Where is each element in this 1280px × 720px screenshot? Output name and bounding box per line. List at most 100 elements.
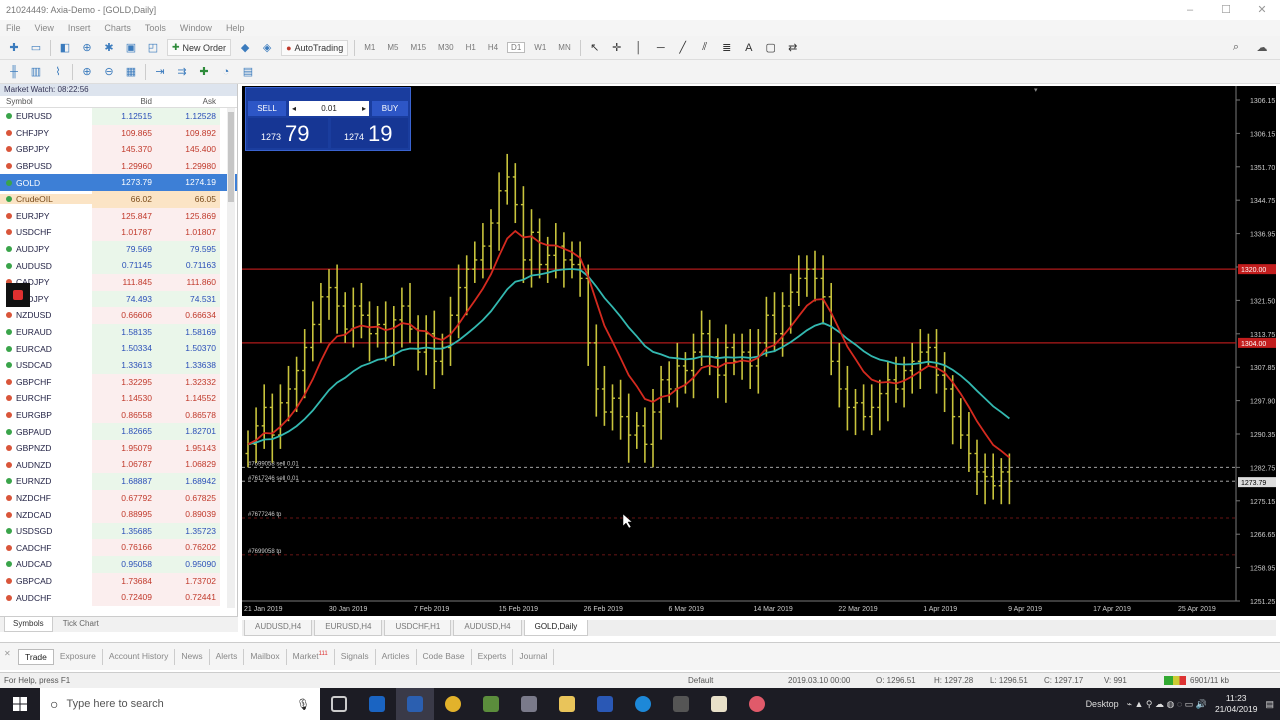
tab-tick-chart[interactable]: Tick Chart bbox=[55, 617, 107, 632]
minimize-icon[interactable]: – bbox=[1172, 0, 1208, 20]
text-icon[interactable]: A bbox=[741, 40, 757, 56]
app-icon-4[interactable] bbox=[738, 688, 776, 720]
column-symbol[interactable]: Symbol bbox=[0, 96, 92, 107]
taskbar-search-field[interactable]: ○ Type here to search 🎙 bbox=[40, 688, 320, 720]
market-watch-row[interactable]: GBPCAD 1.73684 1.73702 bbox=[0, 572, 237, 590]
timeframe-m1[interactable]: M1 bbox=[361, 43, 378, 52]
search-icon[interactable]: ⌕ bbox=[1228, 40, 1244, 56]
market-watch-row[interactable]: AUDUSD 0.71145 0.71163 bbox=[0, 257, 237, 274]
chart-tab-usdchf-h1[interactable]: USDCHF,H1 bbox=[384, 620, 452, 636]
zoom-out-icon[interactable]: ⊖ bbox=[101, 64, 117, 80]
market-watch-row[interactable]: NZDCAD 0.88995 0.89039 bbox=[0, 506, 237, 523]
market-watch-row[interactable]: EURUSD 1.12515 1.12528 bbox=[0, 108, 237, 125]
market-watch-row[interactable]: EURCHF 1.14530 1.14552 bbox=[0, 390, 237, 407]
tab-experts[interactable]: Experts bbox=[472, 649, 514, 665]
timeframe-h4[interactable]: H4 bbox=[485, 43, 501, 52]
market-watch-row[interactable]: GBPJPY 145.370 145.400 bbox=[0, 141, 237, 158]
tab-mailbox[interactable]: Mailbox bbox=[244, 649, 287, 665]
close-icon[interactable]: ✕ bbox=[1244, 0, 1280, 20]
market-watch-row[interactable]: GBPCHF 1.32295 1.32332 bbox=[0, 373, 237, 391]
menu-help[interactable]: Help bbox=[226, 23, 245, 33]
market-watch-row[interactable]: GBPUSD 1.29960 1.29980 bbox=[0, 157, 237, 175]
timeframe-m30[interactable]: M30 bbox=[435, 43, 457, 52]
notifications-icon[interactable]: ▤ bbox=[1265, 699, 1274, 710]
timeframe-d1[interactable]: D1 bbox=[507, 42, 526, 53]
column-bid[interactable]: Bid bbox=[92, 96, 156, 107]
volume-value[interactable]: 0.01 bbox=[321, 104, 337, 113]
market-watch-row[interactable]: USDCHF 1.01787 1.01807 bbox=[0, 224, 237, 241]
menu-tools[interactable]: Tools bbox=[145, 23, 166, 33]
market-watch-row[interactable]: NZDCHF 0.67792 0.67825 bbox=[0, 489, 237, 507]
market-watch-row[interactable]: AUDNZD 1.06787 1.06829 bbox=[0, 456, 237, 474]
shield-icon[interactable]: ◈ bbox=[259, 40, 275, 56]
chart-tab-audusd-h4[interactable]: AUDUSD,H4 bbox=[244, 620, 313, 636]
templates-icon[interactable]: ▤ bbox=[240, 64, 256, 80]
market-watch-row[interactable]: EURNZD 1.68887 1.68942 bbox=[0, 473, 237, 490]
market-watch-row[interactable]: AUDCAD 0.95058 0.95090 bbox=[0, 556, 237, 573]
chart-tab-audusd-h4-2[interactable]: AUDUSD,H4 bbox=[453, 620, 522, 636]
menu-view[interactable]: View bbox=[35, 23, 54, 33]
zoom-in-icon[interactable]: ⊕ bbox=[79, 64, 95, 80]
profiles-icon[interactable]: ▭ bbox=[28, 40, 44, 56]
market-watch-row[interactable]: CADJPY 111.845 111.860 bbox=[0, 273, 237, 291]
chart-window[interactable]: 1306.151306.151351.701344.751336.951329.… bbox=[242, 86, 1276, 616]
tab-code-base[interactable]: Code Base bbox=[417, 649, 472, 665]
recording-stop-button[interactable] bbox=[6, 283, 30, 307]
tab-articles[interactable]: Articles bbox=[376, 649, 417, 665]
market-watch-icon[interactable]: ◧ bbox=[57, 40, 73, 56]
market-watch-row[interactable]: GBPAUD 1.82665 1.82701 bbox=[0, 423, 237, 440]
desktop-label[interactable]: Desktop bbox=[1086, 699, 1119, 709]
volume-field[interactable]: ◂ 0.01 ▸ bbox=[289, 101, 369, 116]
autoscroll-icon[interactable]: ⇉ bbox=[174, 64, 190, 80]
tab-market[interactable]: Market111 bbox=[287, 649, 335, 665]
toolbox-close-icon[interactable]: ✕ bbox=[4, 649, 11, 658]
tab-journal[interactable]: Journal bbox=[513, 649, 555, 665]
windows-start-icon[interactable] bbox=[0, 688, 40, 720]
market-watch-scrollbar[interactable] bbox=[227, 108, 235, 608]
market-watch-row[interactable]: EURJPY 125.847 125.869 bbox=[0, 207, 237, 225]
word-icon[interactable] bbox=[586, 688, 624, 720]
trendline-icon[interactable]: ╱ bbox=[675, 40, 691, 56]
buy-button[interactable]: BUY bbox=[372, 101, 408, 116]
calculator-icon[interactable] bbox=[662, 688, 700, 720]
market-watch-row[interactable]: GOLD 1273.79 1274.19 bbox=[0, 174, 237, 191]
tab-alerts[interactable]: Alerts bbox=[210, 649, 245, 665]
timeframe-m5[interactable]: M5 bbox=[384, 43, 401, 52]
chrome-icon[interactable] bbox=[434, 688, 472, 720]
timeframe-mn[interactable]: MN bbox=[555, 43, 573, 52]
fibonacci-icon[interactable]: ≣ bbox=[719, 40, 735, 56]
menu-charts[interactable]: Charts bbox=[104, 23, 131, 33]
periods-icon[interactable]: ◔ bbox=[218, 64, 234, 80]
market-watch-row[interactable]: USDCAD 1.33613 1.33638 bbox=[0, 356, 237, 374]
tab-exposure[interactable]: Exposure bbox=[54, 649, 103, 665]
timeframe-m15[interactable]: M15 bbox=[407, 43, 429, 52]
buy-price-button[interactable]: 1274 19 bbox=[331, 118, 408, 148]
navigator-icon[interactable]: ✱ bbox=[101, 40, 117, 56]
market-watch-row[interactable]: AUDJPY 79.569 79.595 bbox=[0, 240, 237, 258]
edge-icon[interactable] bbox=[624, 688, 662, 720]
menu-window[interactable]: Window bbox=[180, 23, 212, 33]
tab-account-history[interactable]: Account History bbox=[103, 649, 176, 665]
tile-windows-icon[interactable]: ▦ bbox=[123, 64, 139, 80]
menu-file[interactable]: File bbox=[6, 23, 21, 33]
chart-shift-icon[interactable]: ⇥ bbox=[152, 64, 168, 80]
column-ask[interactable]: Ask bbox=[156, 96, 220, 107]
market-watch-row[interactable]: EURGBP 0.86558 0.86578 bbox=[0, 406, 237, 424]
market-watch-row[interactable]: AUDCHF 0.72409 0.72441 bbox=[0, 589, 237, 606]
tester-icon[interactable]: ◰ bbox=[145, 40, 161, 56]
market-watch-row[interactable]: USDSGD 1.35685 1.35723 bbox=[0, 522, 237, 540]
tab-news[interactable]: News bbox=[175, 649, 210, 665]
sell-button[interactable]: SELL bbox=[248, 101, 286, 116]
market-watch-row[interactable]: EURAUD 1.58135 1.58169 bbox=[0, 323, 237, 341]
tab-symbols[interactable]: Symbols bbox=[4, 617, 53, 632]
market-watch-row[interactable]: CADCHF 0.76166 0.76202 bbox=[0, 539, 237, 557]
chart-canvas[interactable]: 1306.151306.151351.701344.751336.951329.… bbox=[242, 86, 1276, 616]
tab-trade[interactable]: Trade bbox=[18, 649, 54, 665]
vertical-line-icon[interactable]: │ bbox=[631, 40, 647, 56]
taskbar-clock[interactable]: 11:23 21/04/2019 bbox=[1215, 693, 1258, 715]
tray-icons[interactable]: ⌁ ▲ ⚲ ☁ ◍ ◌ ▭ 🔊 bbox=[1127, 699, 1207, 710]
file-explorer-icon[interactable] bbox=[548, 688, 586, 720]
market-watch-row[interactable]: NZDUSD 0.66606 0.66634 bbox=[0, 307, 237, 324]
timeframe-w1[interactable]: W1 bbox=[531, 43, 549, 52]
volume-increase-icon[interactable]: ▸ bbox=[362, 104, 366, 113]
